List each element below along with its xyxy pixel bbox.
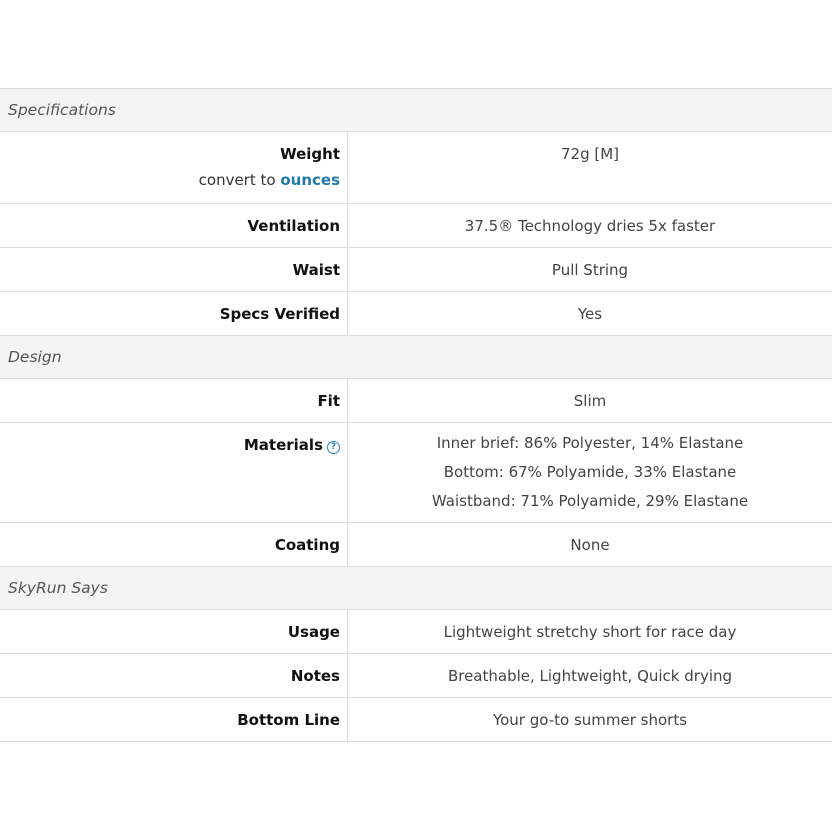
spec-value-cell: Lightweight stretchy short for race day (348, 610, 832, 653)
spec-row-materials: Materials? Inner brief: 86% Polyester, 1… (0, 423, 832, 523)
spec-row-notes: Notes Breathable, Lightweight, Quick dry… (0, 654, 832, 698)
section-header-specifications: Specifications (0, 89, 832, 132)
spec-label: Usage (287, 623, 340, 641)
spec-label-cell: Materials? (0, 423, 348, 522)
spec-label-cell: Usage (0, 610, 348, 653)
spec-label-cell: Ventilation (0, 204, 348, 247)
section-title: SkyRun Says (8, 579, 108, 597)
section-title: Design (8, 348, 62, 366)
convert-prefix: convert to (198, 171, 276, 189)
section-header-design: Design (0, 336, 832, 379)
spec-label: Coating (274, 536, 340, 554)
spec-value-cell: Inner brief: 86% Polyester, 14% Elastane… (348, 423, 832, 522)
spec-label-cell: Specs Verified (0, 292, 348, 335)
spec-value: Bottom: 67% Polyamide, 33% Elastane (443, 463, 737, 481)
spec-value: Waistband: 71% Polyamide, 29% Elastane (431, 492, 749, 510)
spec-value-cell: 72g [M] (348, 132, 832, 203)
spec-value: Yes (577, 305, 603, 323)
spec-label: Ventilation (247, 217, 340, 235)
spec-label-cell: Waist (0, 248, 348, 291)
spec-value-cell: 37.5® Technology dries 5x faster (348, 204, 832, 247)
spec-label-cell: Coating (0, 523, 348, 566)
spec-value-cell: Your go-to summer shorts (348, 698, 832, 741)
spec-label: Bottom Line (237, 711, 340, 729)
spec-value: 37.5® Technology dries 5x faster (464, 217, 716, 235)
spec-value: Slim (573, 392, 607, 410)
spec-row-specs-verified: Specs Verified Yes (0, 292, 832, 336)
convert-ounces-link[interactable]: ounces (280, 171, 340, 189)
spec-value: None (570, 536, 610, 554)
spec-label-cell: Notes (0, 654, 348, 697)
spec-row-ventilation: Ventilation 37.5® Technology dries 5x fa… (0, 204, 832, 248)
spec-table: Specifications Weight convert to ounces … (0, 88, 832, 742)
help-icon[interactable]: ? (327, 441, 340, 454)
section-header-skyrun-says: SkyRun Says (0, 567, 832, 610)
spec-label: Materials (243, 436, 323, 454)
spec-value-cell: None (348, 523, 832, 566)
spec-row-weight: Weight convert to ounces 72g [M] (0, 132, 832, 204)
spec-value: Your go-to summer shorts (492, 711, 688, 729)
spec-label: Waist (292, 261, 340, 279)
spec-label: Notes (290, 667, 340, 685)
spec-row-coating: Coating None (0, 523, 832, 567)
spec-label-cell: Fit (0, 379, 348, 422)
spec-row-fit: Fit Slim (0, 379, 832, 423)
spec-value-cell: Breathable, Lightweight, Quick drying (348, 654, 832, 697)
spec-label: Fit (317, 392, 340, 410)
spec-value: Inner brief: 86% Polyester, 14% Elastane (436, 434, 744, 452)
spec-value: Breathable, Lightweight, Quick drying (447, 667, 733, 685)
spec-label-cell: Weight convert to ounces (0, 132, 348, 203)
spec-value: Lightweight stretchy short for race day (443, 623, 737, 641)
spec-label-cell: Bottom Line (0, 698, 348, 741)
spec-row-usage: Usage Lightweight stretchy short for rac… (0, 610, 832, 654)
spec-label: Weight (280, 145, 340, 163)
spec-row-waist: Waist Pull String (0, 248, 832, 292)
spec-value: Pull String (551, 261, 629, 279)
spec-label: Specs Verified (219, 305, 340, 323)
spec-value-cell: Yes (348, 292, 832, 335)
spec-value-cell: Slim (348, 379, 832, 422)
section-title: Specifications (8, 101, 116, 119)
spec-row-bottom-line: Bottom Line Your go-to summer shorts (0, 698, 832, 742)
spec-value-cell: Pull String (348, 248, 832, 291)
spec-value: 72g [M] (560, 145, 620, 163)
convert-line: convert to ounces (0, 166, 340, 194)
